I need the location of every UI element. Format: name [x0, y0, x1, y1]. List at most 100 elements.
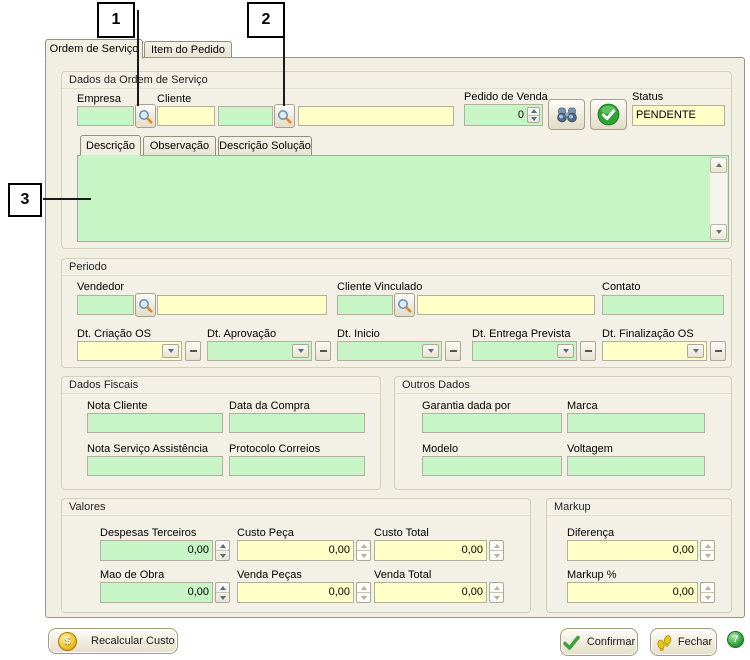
calendar-dropdown-icon[interactable]	[162, 344, 179, 358]
despesas-terceiros-input[interactable]: 0,00	[100, 540, 213, 561]
dt-entrega-clear-button[interactable]	[580, 341, 596, 361]
venda-total-input[interactable]: 0,00	[374, 582, 487, 603]
scroll-down-icon[interactable]	[710, 224, 727, 240]
dt-aprovacao-input[interactable]	[207, 341, 312, 361]
vendedor-search-button[interactable]	[135, 293, 156, 317]
cliente-name-input[interactable]	[298, 106, 454, 126]
calendar-dropdown-icon[interactable]	[292, 344, 309, 358]
apply-status-button[interactable]	[590, 99, 627, 130]
modelo-label: Modelo	[422, 443, 458, 455]
despesas-terceiros-spinner[interactable]	[215, 540, 230, 561]
dt-criacao-clear-button[interactable]	[185, 341, 201, 361]
marca-input[interactable]	[567, 413, 705, 433]
tab-page-frame: Dados da Ordem de Serviço Empresa Client…	[45, 57, 745, 618]
minus-icon	[585, 350, 592, 352]
markup-pct-input[interactable]: 0,00	[567, 582, 698, 603]
cliente-label: Cliente	[157, 93, 191, 105]
vendedor-code-input[interactable]	[77, 295, 134, 315]
group-periodo: Periodo Vendedor Cliente Vinculado Conta…	[61, 258, 732, 368]
dt-criacao-input[interactable]	[77, 341, 182, 361]
custo-peca-label: Custo Peça	[237, 527, 294, 539]
cliente-vinculado-name-input[interactable]	[417, 295, 595, 315]
recalcular-custo-label: Recalcular Custo	[91, 635, 175, 647]
help-icon[interactable]: ?	[727, 631, 744, 648]
tab-descricao-label: Descrição	[86, 140, 135, 152]
custo-peca-input[interactable]: 0,00	[237, 540, 354, 561]
despesas-terceiros-label: Despesas Terceiros	[100, 527, 196, 539]
dt-inicio-clear-button[interactable]	[445, 341, 461, 361]
cliente-id-input[interactable]	[218, 106, 273, 126]
cliente-code-input[interactable]	[157, 106, 215, 126]
empresa-search-button[interactable]	[135, 104, 156, 128]
group-markup-title: Markup	[547, 499, 731, 516]
dt-finalizacao-clear-button[interactable]	[710, 341, 726, 361]
markup-pct-label: Markup %	[567, 569, 617, 581]
custo-total-label: Custo Total	[374, 527, 429, 539]
venda-total-label: Venda Total	[374, 569, 431, 581]
voltagem-input[interactable]	[567, 456, 705, 476]
dt-criacao-label: Dt. Criação OS	[77, 328, 151, 340]
find-order-button[interactable]	[548, 99, 585, 130]
contato-input[interactable]	[602, 295, 724, 315]
calendar-dropdown-icon[interactable]	[422, 344, 439, 358]
cliente-vinculado-label: Cliente Vinculado	[337, 281, 422, 293]
custo-total-input[interactable]: 0,00	[374, 540, 487, 561]
tab-ordem-de-servico[interactable]: Ordem de Serviço	[45, 39, 143, 59]
tab-observacao[interactable]: Observação	[143, 136, 216, 155]
venda-pecas-label: Venda Peças	[237, 569, 302, 581]
tab-descricao[interactable]: Descrição	[80, 135, 141, 156]
venda-pecas-input[interactable]: 0,00	[237, 582, 354, 603]
dt-entrega-input[interactable]	[472, 341, 577, 361]
cliente-search-button[interactable]	[274, 104, 295, 128]
calendar-dropdown-icon[interactable]	[557, 344, 574, 358]
dt-inicio-label: Dt. Inicio	[337, 328, 380, 340]
cliente-vinculado-search-button[interactable]	[394, 293, 415, 317]
tab-descricao-solucao-label: Descrição Solução	[219, 140, 311, 152]
dt-inicio-input[interactable]	[337, 341, 442, 361]
dt-finalizacao-input[interactable]	[602, 341, 707, 361]
calendar-dropdown-icon[interactable]	[687, 344, 704, 358]
minus-icon	[320, 350, 327, 352]
check-circle-icon	[597, 103, 620, 126]
fechar-button[interactable]: Fechar	[650, 628, 717, 656]
callout-1-line	[137, 10, 139, 106]
recalcular-custo-button[interactable]: $ Recalcular Custo	[48, 628, 178, 654]
diferenca-input[interactable]: 0,00	[567, 540, 698, 561]
mao-de-obra-spinner[interactable]	[215, 582, 230, 603]
tab-descricao-solucao[interactable]: Descrição Solução	[218, 136, 312, 155]
scroll-up-icon[interactable]	[710, 157, 727, 173]
status-input[interactable]: PENDENTE	[632, 105, 725, 126]
descricao-scrollbar[interactable]	[710, 157, 727, 240]
confirmar-button[interactable]: Confirmar	[560, 628, 638, 656]
spin-down-icon[interactable]	[528, 115, 539, 123]
garantia-input[interactable]	[422, 413, 562, 433]
dt-aprovacao-clear-button[interactable]	[315, 341, 331, 361]
nota-cliente-label: Nota Cliente	[87, 400, 148, 412]
service-order-window: 1 2 3 Ordem de Serviço Item do Pedido Da…	[0, 0, 750, 660]
group-valores: Valores Despesas Terceiros 0,00 Custo Pe…	[61, 498, 531, 613]
nota-servico-input[interactable]	[87, 456, 223, 476]
mao-de-obra-input[interactable]: 0,00	[100, 582, 213, 603]
callout-1: 1	[97, 2, 135, 38]
vendedor-name-input[interactable]	[157, 295, 327, 315]
venda-total-spinner[interactable]	[489, 582, 504, 603]
minus-icon	[450, 350, 457, 352]
empresa-label: Empresa	[77, 93, 121, 105]
pedido-venda-input[interactable]: 0	[464, 104, 543, 126]
modelo-input[interactable]	[422, 456, 562, 476]
descricao-textarea[interactable]	[77, 155, 729, 242]
data-compra-input[interactable]	[229, 413, 365, 433]
pedido-venda-spinner[interactable]	[527, 107, 540, 123]
empresa-input[interactable]	[77, 106, 134, 126]
nota-cliente-input[interactable]	[87, 413, 223, 433]
cliente-vinculado-code-input[interactable]	[337, 295, 393, 315]
protocolo-correios-input[interactable]	[229, 456, 365, 476]
tab-ordem-label: Ordem de Serviço	[50, 43, 139, 55]
venda-pecas-spinner[interactable]	[356, 582, 371, 603]
custo-peca-spinner[interactable]	[356, 540, 371, 561]
tab-item-do-pedido[interactable]: Item do Pedido	[144, 41, 232, 57]
markup-pct-spinner[interactable]	[700, 582, 715, 603]
nota-servico-label: Nota Serviço Assistência	[87, 443, 208, 455]
custo-total-spinner[interactable]	[489, 540, 504, 561]
diferenca-spinner[interactable]	[700, 540, 715, 561]
